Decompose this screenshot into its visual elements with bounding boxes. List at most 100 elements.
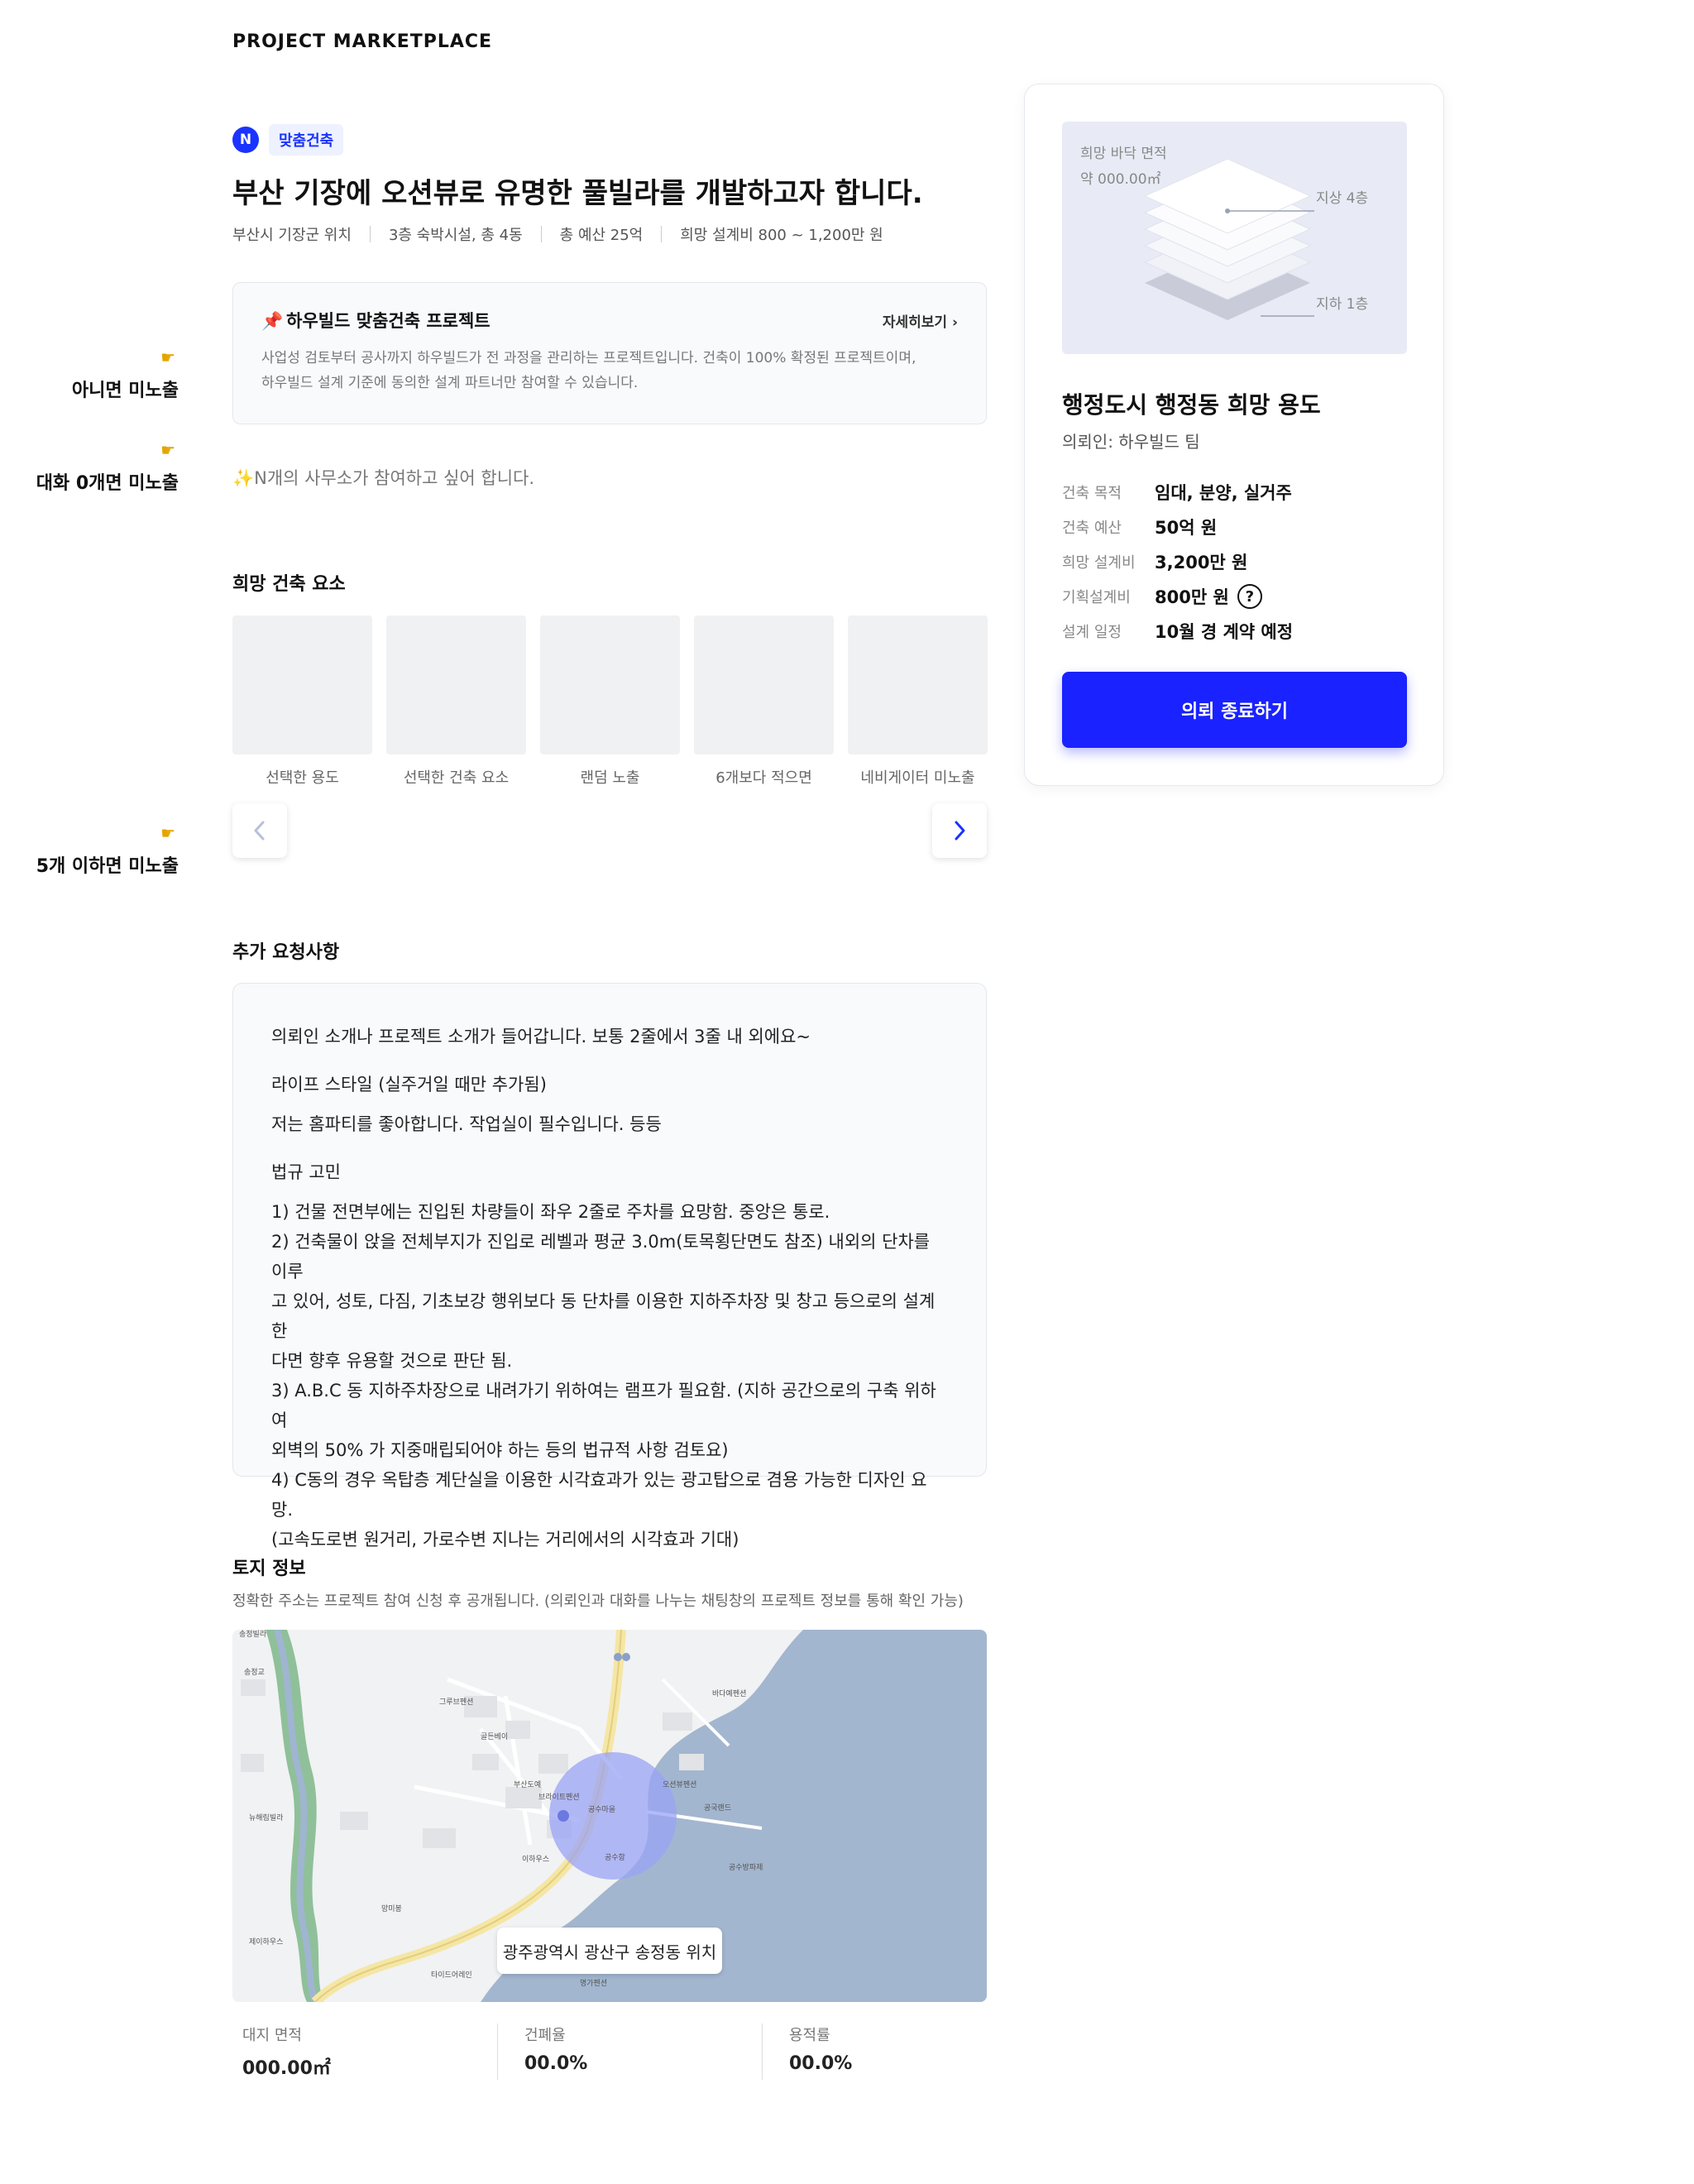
- element-thumbnail: [386, 615, 526, 754]
- floor-illustration: 희망 바닥 면적 약 000.00㎡ 지상 4층 지하 1층: [1062, 122, 1407, 354]
- annotation-info-box: ☛ 아니면 미노출: [0, 347, 179, 402]
- stat-value: 00.0%: [789, 2053, 853, 2074]
- svg-text:바다예펜션: 바다예펜션: [712, 1689, 746, 1698]
- element-thumbnail: [232, 615, 372, 754]
- element-card[interactable]: 랜덤 노출: [540, 615, 680, 788]
- request-intro: 의뢰인 소개나 프로젝트 소개가 들어갑니다. 보통 2줄에서 3줄 내 외에요…: [271, 1027, 811, 1046]
- pointing-hand-icon: ☛: [160, 823, 175, 843]
- brand-logo[interactable]: PROJECT MARKETPLACE: [232, 31, 492, 52]
- svg-text:오션뷰펜션: 오션뷰펜션: [663, 1780, 696, 1789]
- end-request-button[interactable]: 의뢰 종료하기: [1062, 672, 1407, 748]
- carousel-next-button[interactable]: [932, 803, 987, 858]
- svg-text:부산도예: 부산도예: [514, 1780, 541, 1789]
- svg-text:공국랜드: 공국랜드: [704, 1803, 731, 1813]
- element-thumbnail: [848, 615, 988, 754]
- see-more-link[interactable]: 자세히보기 ›: [883, 310, 958, 331]
- law-heading: 법규 고민: [271, 1162, 341, 1182]
- detail-key: 기획설계비: [1062, 589, 1131, 606]
- info-box-description: 사업성 검토부터 공사까지 하우빌드가 전 과정을 관리하는 프로젝트입니다. …: [261, 350, 916, 391]
- element-label: 선택한 건축 요소: [403, 769, 510, 787]
- project-type-badge: 맞춤건축: [269, 124, 344, 156]
- element-thumbnail: [540, 615, 680, 754]
- land-stats: 대지 면적 000.00㎡ 건폐율 00.0% 용적률 00.0%: [232, 2024, 1026, 2080]
- meta-divider: [661, 226, 663, 242]
- project-meta: 부산시 기장군 위치 3층 숙박시설, 총 4동 총 예산 25억 희망 설계비…: [232, 223, 883, 245]
- law-line: 3) A.B.C 동 지하주차장으로 내려가기 위하여는 램프가 필요함. (지…: [271, 1381, 936, 1430]
- svg-text:제이하우스: 제이하우스: [249, 1937, 283, 1947]
- svg-text:브라이트펜션: 브라이트펜션: [538, 1793, 580, 1802]
- detail-key: 희망 설계비: [1062, 554, 1136, 572]
- meta-divider: [369, 226, 371, 242]
- svg-text:명가펜션: 명가펜션: [580, 1979, 607, 1988]
- stacked-floors-icon: [1143, 158, 1314, 320]
- element-label: 랜덤 노출: [580, 769, 640, 787]
- stat-building-coverage: 건폐율 00.0%: [497, 2024, 762, 2080]
- svg-text:그루브펜션: 그루브펜션: [439, 1698, 473, 1707]
- element-thumbnail: [694, 615, 834, 754]
- law-line: 고 있어, 성토, 다짐, 기초보강 행위보다 동 단차를 이용한 지하주차장 …: [271, 1291, 936, 1341]
- detail-row: 기획설계비 800만 원?: [1062, 579, 1293, 614]
- lifestyle-heading: 라이프 스타일 (실주거일 때만 추가됨): [271, 1075, 547, 1094]
- project-tag: N 맞춤건축: [232, 124, 344, 156]
- meta-budget: 총 예산 25억: [559, 227, 644, 244]
- svg-text:공수항: 공수항: [605, 1853, 625, 1862]
- pushpin-icon: 📌: [261, 311, 284, 331]
- annotation-carousel: ☛ 5개 이하면 미노출: [0, 823, 179, 878]
- stat-floor-area-ratio: 용적률 00.0%: [762, 2024, 1026, 2080]
- request-section-title: 추가 요청사항: [232, 942, 340, 963]
- lifestyle-text: 저는 홈파티를 좋아합니다. 작업실이 필수입니다. 등등: [271, 1114, 662, 1134]
- law-line: 2) 건축물이 앉을 전체부지가 진입로 레벨과 평균 3.0m(토목횡단면도 …: [271, 1232, 931, 1281]
- element-card[interactable]: 선택한 건축 요소: [386, 615, 526, 788]
- info-box-title: 하우빌드 맞춤건축 프로젝트: [286, 311, 490, 331]
- annotation-participants: ☛ 대화 0개면 미노출: [0, 440, 179, 495]
- detail-row: 건축 예산 50억 원: [1062, 510, 1293, 544]
- svg-text:골든베이: 골든베이: [481, 1732, 508, 1741]
- svg-text:공수방파제: 공수방파제: [729, 1863, 763, 1872]
- help-icon[interactable]: ?: [1237, 584, 1262, 609]
- svg-text:뉴해림빌라: 뉴해림빌라: [249, 1813, 284, 1822]
- law-line: 다면 향후 유용할 것으로 판단 됨.: [271, 1351, 513, 1371]
- svg-text:공수마을: 공수마을: [588, 1805, 615, 1814]
- sidebar-details: 건축 목적 임대, 분양, 실거주 건축 예산 50억 원 희망 설계비 3,200만…: [1062, 475, 1293, 649]
- element-card[interactable]: 6개보다 적으면: [694, 615, 834, 788]
- sparkle-icon: ✨: [232, 468, 255, 488]
- annotation-text: 아니면 미노출: [71, 381, 179, 401]
- annotation-text: 대화 0개면 미노출: [36, 473, 179, 494]
- svg-text:망미봉: 망미봉: [381, 1904, 402, 1913]
- law-line: 외벽의 50% 가 지중매립되어야 하는 등의 법규적 사항 검토요): [271, 1440, 729, 1460]
- law-line: 1) 건물 전면부에는 진입된 차량들이 좌우 2줄로 주차를 요망함. 중앙은…: [271, 1202, 830, 1222]
- land-subtitle: 정확한 주소는 프로젝트 참여 신청 후 공개됩니다. (의뢰인과 대화를 나누…: [232, 1592, 964, 1610]
- detail-row: 건축 목적 임대, 분양, 실거주: [1062, 475, 1293, 510]
- participants-count: ✨N개의 사무소가 참여하고 싶어 합니다.: [232, 468, 535, 488]
- svg-text:이하우스: 이하우스: [522, 1855, 549, 1864]
- detail-row: 설계 일정 10월 경 계약 예정: [1062, 614, 1293, 649]
- meta-divider: [540, 226, 542, 242]
- law-line: (고속도로변 원거리, 가로수변 지나는 거리에서의 시각효과 기대): [271, 1530, 739, 1549]
- svg-text:타이드어레인: 타이드어레인: [431, 1971, 472, 1980]
- svg-text:송정빌라: 송정빌라: [239, 1630, 267, 1639]
- pointing-hand-icon: ☛: [160, 347, 175, 367]
- meta-location: 부산시 기장군 위치: [232, 227, 352, 244]
- detail-value: 10월 경 계약 예정: [1155, 622, 1294, 642]
- stat-label: 건폐율: [524, 2027, 566, 2044]
- custom-build-info-box: 📌 하우빌드 맞춤건축 프로젝트 자세히보기 › 사업성 검토부터 공사까지 하우…: [232, 282, 987, 424]
- meta-building: 3층 숙박시설, 총 4동: [388, 227, 523, 244]
- chevron-right-icon: [955, 821, 965, 841]
- element-label: 네비게이터 미노출: [860, 769, 975, 787]
- carousel-prev-button[interactable]: [232, 803, 287, 858]
- detail-value: 800만 원: [1155, 587, 1229, 607]
- element-card[interactable]: 선택한 용도: [232, 615, 372, 788]
- map-address-label: 광주광역시 광산구 송정동 위치: [497, 1928, 722, 1974]
- detail-value: 임대, 분양, 실거주: [1155, 483, 1292, 503]
- sidebar-requester: 의뢰인: 하우빌드 팀: [1062, 432, 1200, 452]
- n-badge: N: [232, 127, 259, 153]
- land-section-title: 토지 정보: [232, 1559, 306, 1579]
- project-summary-sidebar: 희망 바닥 면적 약 000.00㎡ 지상 4층 지하 1층 행정도시 행정동 …: [1024, 84, 1444, 786]
- element-card[interactable]: 네비게이터 미노출: [848, 615, 988, 788]
- svg-text:송정교: 송정교: [244, 1668, 265, 1677]
- elements-section-title: 희망 건축 요소: [232, 574, 346, 595]
- chevron-left-icon: [254, 821, 265, 841]
- chevron-right-icon: ›: [951, 314, 958, 331]
- detail-value: 50억 원: [1155, 518, 1218, 538]
- pointing-hand-icon: ☛: [160, 440, 175, 460]
